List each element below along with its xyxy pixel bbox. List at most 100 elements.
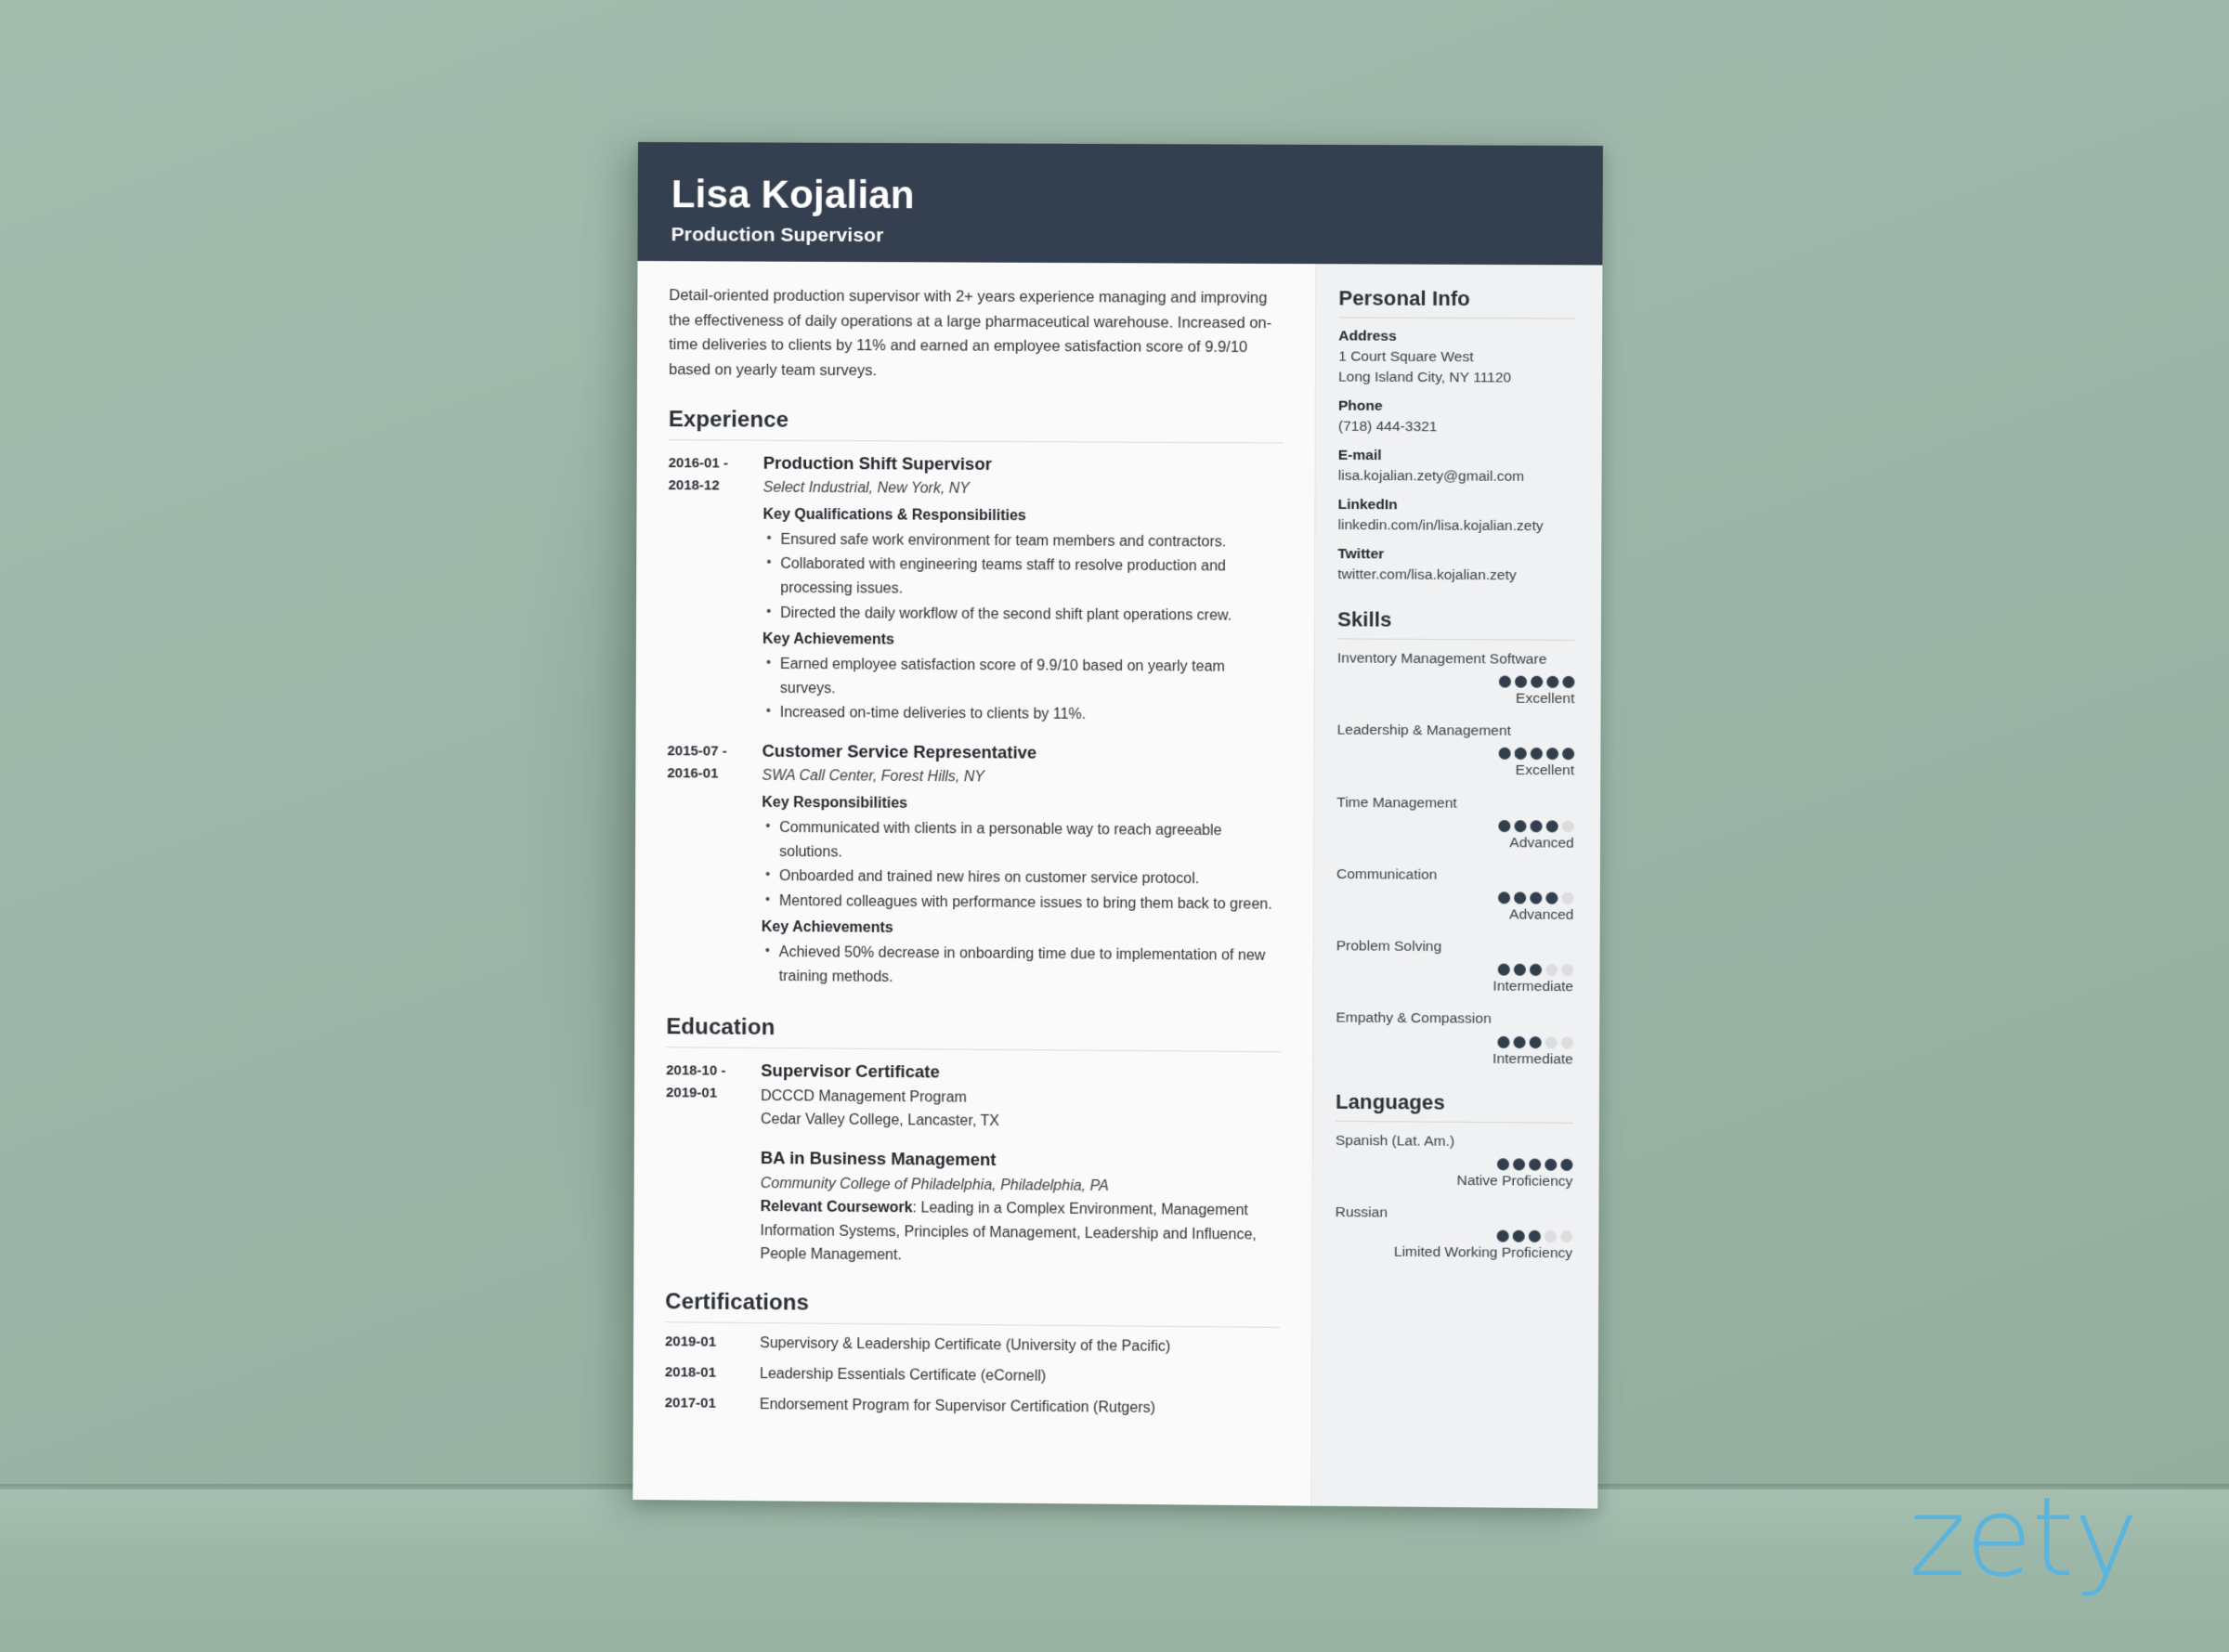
rating-dot-empty-icon — [1561, 964, 1574, 977]
rating-dot-filled-icon — [1496, 1158, 1510, 1171]
certification-text: Leadership Essentials Certificate (eCorn… — [759, 1366, 1047, 1385]
candidate-name: Lisa Kojalian — [671, 172, 915, 217]
rating-dot-filled-icon — [1514, 748, 1527, 761]
rating-dot-filled-icon — [1497, 891, 1511, 904]
certification-row: 2019-01 Supervisory & Leadership Certific… — [665, 1333, 1280, 1359]
rating-dot-filled-icon — [1514, 891, 1527, 904]
section-title-certifications: Certifications — [665, 1289, 810, 1316]
rating-dot-filled-icon — [1498, 748, 1511, 761]
rating-dot-empty-icon — [1560, 1035, 1574, 1049]
skill-rating-dots — [1337, 675, 1575, 689]
resume-header: Lisa Kojalian Production Supervisor — [637, 142, 1603, 266]
personal-info-value: twitter.com/lisa.kojalian.zety — [1337, 566, 1517, 584]
section-divider — [1337, 638, 1575, 641]
section-title-personal-info: Personal Info — [1338, 286, 1470, 311]
section-divider — [1336, 1120, 1573, 1124]
rating-dot-filled-icon — [1562, 748, 1575, 761]
rating-dot-filled-icon — [1512, 1229, 1525, 1242]
rating-dot-filled-icon — [1530, 891, 1543, 904]
skill-rating-dots — [1336, 891, 1574, 904]
coursework-label: Relevant Coursework — [760, 1199, 913, 1216]
skill-item: Inventory Management Software Excellent — [1337, 649, 1575, 709]
section-title-experience: Experience — [668, 407, 789, 433]
rating-dot-filled-icon — [1546, 675, 1559, 689]
personal-info-value: linkedin.com/in/lisa.kojalian.zety — [1337, 517, 1544, 535]
skills-list: Inventory Management Software Excellent Le… — [1336, 649, 1575, 1069]
rating-dot-filled-icon — [1545, 1158, 1558, 1171]
rating-dot-filled-icon — [1545, 891, 1558, 904]
education-1-school: Cedar Valley College, Lancaster, TX — [760, 1111, 999, 1129]
rating-dot-filled-icon — [1529, 1035, 1542, 1048]
skill-name: Time Management — [1336, 794, 1457, 812]
rating-dot-filled-icon — [1514, 819, 1527, 832]
experience-entry: 2016-01 - 2018-12 Production Shift Supervi… — [668, 451, 1284, 730]
bullet-list: Achieved 50% decrease in onboarding time… — [762, 941, 1282, 992]
skill-level: Advanced — [1509, 834, 1574, 852]
language-item: Spanish (Lat. Am.) Native Proficiency — [1336, 1132, 1573, 1191]
skill-name: Leadership & Management — [1336, 722, 1511, 740]
personal-info-label: Phone — [1337, 397, 1383, 414]
experience-list: 2016-01 - 2018-12 Production Shift Supervi… — [666, 451, 1283, 994]
bullet-item: Mentored colleagues with performance iss… — [762, 890, 1282, 917]
language-name: Russian — [1335, 1204, 1388, 1221]
education-1-program: DCCCD Management Program — [761, 1087, 967, 1106]
certification-date: 2018-01 — [664, 1364, 717, 1381]
section-title-languages: Languages — [1336, 1089, 1445, 1114]
personal-info-label: E-mail — [1337, 447, 1382, 464]
rating-dot-empty-icon — [1544, 1230, 1558, 1243]
bullet-item: Collaborated with engineering teams staf… — [763, 553, 1283, 603]
bullet-item: Ensured safe work environment for team m… — [763, 528, 1283, 555]
rating-dot-filled-icon — [1545, 748, 1559, 761]
rating-dot-filled-icon — [1528, 1229, 1541, 1243]
education-entry: 2018-10 - 2019-01 Supervisor Certificate… — [665, 1059, 1281, 1270]
section-divider — [1338, 317, 1576, 319]
rating-dot-filled-icon — [1531, 675, 1544, 688]
experience-subheading: Key Responsibilities — [762, 794, 908, 812]
experience-subheading: Key Achievements — [761, 919, 893, 937]
rating-dot-filled-icon — [1560, 1158, 1573, 1171]
resume-main-column: Detail-oriented production supervisor wi… — [632, 260, 1316, 1506]
certifications-list: 2019-01 Supervisory & Leadership Certific… — [665, 1333, 1280, 1419]
experience-body: Customer Service Representative SWA Call … — [762, 740, 1283, 995]
resume-sidebar: Personal Info Address 1 Court Square West… — [1310, 264, 1603, 1509]
skill-level: Advanced — [1509, 906, 1574, 923]
rating-dot-filled-icon — [1514, 675, 1528, 688]
rating-dot-filled-icon — [1497, 1035, 1510, 1048]
education-2-title: BA in Business Management — [760, 1148, 997, 1170]
certification-date: 2017-01 — [664, 1394, 716, 1411]
rating-dot-filled-icon — [1529, 964, 1543, 977]
experience-body: Production Shift Supervisor Select Indust… — [763, 452, 1284, 731]
rating-dot-filled-icon — [1513, 963, 1526, 977]
section-divider — [668, 439, 1284, 444]
rating-dot-filled-icon — [1498, 675, 1512, 688]
experience-date-from: 2016-01 - — [668, 455, 728, 472]
rating-dot-empty-icon — [1545, 1035, 1558, 1048]
bullet-item: Increased on-time deliveries to clients … — [763, 701, 1283, 728]
education-body: Supervisor Certificate DCCCD Management … — [760, 1060, 1281, 1270]
experience-entry: 2015-07 - 2016-01 Customer Service Represe… — [666, 739, 1282, 994]
experience-dates: 2016-01 - 2018-12 — [668, 451, 763, 727]
education-date-to: 2019-01 — [666, 1085, 718, 1101]
certification-date: 2019-01 — [665, 1333, 717, 1350]
personal-info-list: Address 1 Court Square West Long Island Ci… — [1337, 328, 1576, 586]
section-title-education: Education — [666, 1013, 776, 1040]
bullet-list: Communicated with clients in a personabl… — [762, 816, 1282, 917]
bullet-item: Directed the daily workflow of the secon… — [763, 601, 1283, 628]
zety-logo: zety — [1909, 1473, 2139, 1601]
rating-dot-filled-icon — [1530, 819, 1543, 833]
floor-surface — [0, 1489, 2229, 1652]
experience-organization: Select Industrial, New York, NY — [763, 479, 971, 497]
language-rating-dots — [1336, 1229, 1573, 1243]
language-level: Native Proficiency — [1456, 1172, 1573, 1190]
language-name: Spanish (Lat. Am.) — [1335, 1132, 1455, 1150]
experience-date-from: 2015-07 - — [667, 743, 727, 760]
rating-dot-empty-icon — [1560, 1230, 1573, 1243]
education-1-title: Supervisor Certificate — [761, 1060, 940, 1081]
rating-dot-empty-icon — [1545, 964, 1558, 977]
skill-rating-dots — [1336, 1034, 1574, 1049]
skill-rating-dots — [1336, 819, 1574, 833]
personal-info-value: (718) 444-3321 — [1337, 418, 1438, 436]
rating-dot-filled-icon — [1512, 1158, 1526, 1171]
personal-info-value: lisa.kojalian.zety@gmail.com — [1337, 467, 1525, 485]
